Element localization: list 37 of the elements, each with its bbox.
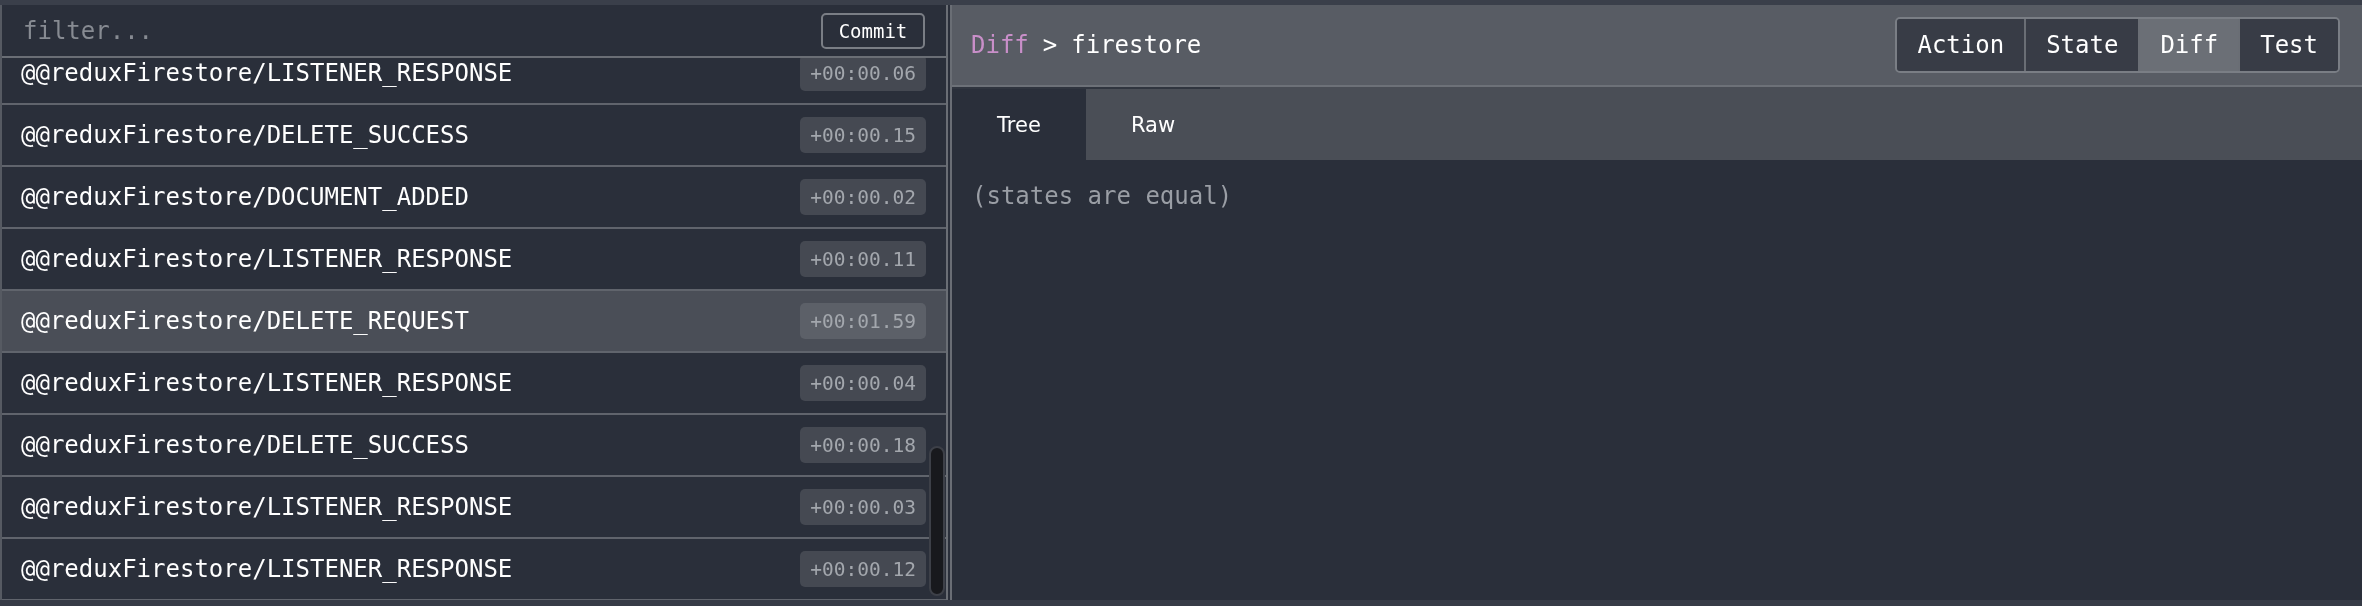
time-label: +00:00.03 <box>800 489 926 525</box>
commit-button[interactable]: Commit <box>821 12 925 49</box>
action-name: @@reduxFirestore/LISTENER_RESPONSE <box>21 369 513 397</box>
empty-diff-message: (states are equal) <box>972 182 1233 210</box>
action-name: @@reduxFirestore/LISTENER_RESPONSE <box>21 555 513 583</box>
action-item[interactable]: @@reduxFirestore/DELETE_SUCCESS +00:00.18 <box>2 415 946 477</box>
time-label: +00:00.15 <box>800 117 926 153</box>
time-label: +00:00.11 <box>800 241 926 277</box>
action-item[interactable]: @@reduxFirestore/DELETE_REQUEST +00:01.59 <box>2 291 946 353</box>
view-tab[interactable]: Raw <box>1086 87 1220 160</box>
action-name: @@reduxFirestore/LISTENER_RESPONSE <box>21 493 513 521</box>
time-label: +00:00.02 <box>800 179 926 215</box>
monitor-button[interactable]: Test <box>2238 19 2338 71</box>
action-name: @@reduxFirestore/LISTENER_RESPONSE <box>21 59 513 87</box>
filter-field[interactable]: filter... <box>23 11 809 50</box>
monitor-button[interactable]: Action <box>1897 19 2025 71</box>
time-label: +00:00.06 <box>800 58 926 91</box>
time-label: +00:00.12 <box>800 551 926 587</box>
time-label: +00:00.04 <box>800 365 926 401</box>
scrollbar[interactable] <box>929 446 945 596</box>
action-item[interactable]: @@reduxFirestore/LISTENER_RESPONSE +00:00.06 <box>2 58 946 105</box>
breadcrumb-separator: > <box>1042 31 1058 59</box>
monitor-button[interactable]: Diff <box>2138 19 2239 71</box>
action-name: @@reduxFirestore/DELETE_REQUEST <box>21 307 469 335</box>
action-item[interactable]: @@reduxFirestore/LISTENER_RESPONSE +00:00.04 <box>2 353 946 415</box>
action-item[interactable]: @@reduxFirestore/DOCUMENT_ADDED +00:00.02 <box>2 167 946 229</box>
breadcrumb-section: Diff <box>971 31 1029 59</box>
time-label: +00:00.18 <box>800 427 926 463</box>
time-label: +00:01.59 <box>800 303 926 339</box>
action-name: @@reduxFirestore/DELETE_SUCCESS <box>21 121 469 149</box>
action-name: @@reduxFirestore/LISTENER_RESPONSE <box>21 245 513 273</box>
monitor-button[interactable]: State <box>2024 19 2139 71</box>
view-tab[interactable]: Tree <box>952 87 1086 160</box>
action-name: @@reduxFirestore/DOCUMENT_ADDED <box>21 183 469 211</box>
action-name: @@reduxFirestore/DELETE_SUCCESS <box>21 431 469 459</box>
action-item[interactable]: @@reduxFirestore/DELETE_SUCCESS +00:00.15 <box>2 105 946 167</box>
breadcrumb-path: firestore <box>1071 31 1202 59</box>
